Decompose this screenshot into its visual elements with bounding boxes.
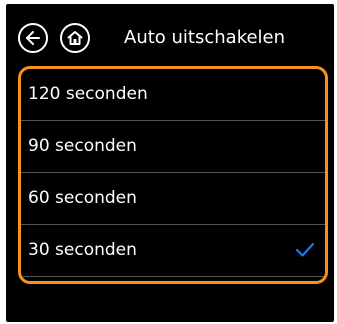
options-list: 120 seconden 90 seconden 60 seconden 30 … <box>18 66 328 284</box>
device-display: Auto uitschakelen 120 seconden 90 second… <box>6 4 334 322</box>
arrow-left-icon <box>26 31 40 45</box>
option-label: 120 seconden <box>28 84 148 104</box>
screen: Auto uitschakelen 120 seconden 90 second… <box>0 0 337 324</box>
option-label: 30 seconden <box>28 240 137 260</box>
page-title: Auto uitschakelen <box>124 27 286 48</box>
option-120-seconds[interactable]: 120 seconden <box>21 69 325 119</box>
header: Auto uitschakelen <box>6 4 334 64</box>
home-button[interactable] <box>60 23 90 53</box>
option-label: 60 seconden <box>28 188 137 208</box>
home-icon <box>67 31 83 45</box>
option-60-seconds[interactable]: 60 seconden <box>21 173 325 223</box>
back-button[interactable] <box>18 23 48 53</box>
option-30-seconds[interactable]: 30 seconden <box>21 225 325 275</box>
option-label: 90 seconden <box>28 136 137 156</box>
option-90-seconds[interactable]: 90 seconden <box>21 121 325 171</box>
divider <box>21 276 325 277</box>
checkmark-icon <box>295 242 315 257</box>
